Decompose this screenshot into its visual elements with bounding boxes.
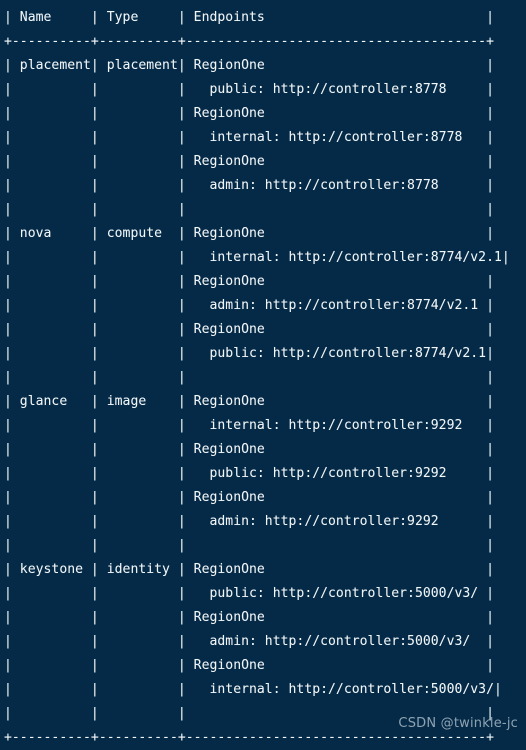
table-row: | | | RegionOne |: [4, 106, 494, 121]
table-row: | | | internal: http://controller:9292 |: [4, 418, 494, 433]
table-row: | | | RegionOne |: [4, 154, 494, 169]
table-row: | glance | image | RegionOne |: [4, 394, 494, 409]
table-row: | placement| placement| RegionOne |: [4, 58, 494, 73]
table-row: | | | public: http://controller:9292 |: [4, 466, 494, 481]
table-row: | | | |: [4, 202, 494, 217]
table-row: | | | RegionOne |: [4, 658, 494, 673]
table-row: | | | |: [4, 370, 494, 385]
table-row: | | | RegionOne |: [4, 490, 494, 505]
table-row: | Name | Type | Endpoints |: [4, 10, 494, 25]
table-row: | | | RegionOne |: [4, 442, 494, 457]
table-row: | | | admin: http://controller:8774/v2.1…: [4, 298, 494, 313]
table-row: | | | admin: http://controller:9292 |: [4, 514, 494, 529]
table-row: | | | public: http://controller:8774/v2.…: [4, 346, 494, 361]
table-row: | | | RegionOne |: [4, 610, 494, 625]
table-row: | | | RegionOne |: [4, 322, 494, 337]
table-row: | | | public: http://controller:8778 |: [4, 82, 494, 97]
table-row: | | | |: [4, 706, 494, 721]
table-separator-row: +----------+----------+-----------------…: [4, 34, 494, 49]
table-row: | | | internal: http://controller:5000/v…: [4, 682, 502, 697]
table-row: | | | |: [4, 538, 494, 553]
table-row: | | | internal: http://controller:8778 |: [4, 130, 494, 145]
terminal-window[interactable]: | Name | Type | Endpoints | +----------+-…: [0, 0, 526, 746]
table-separator-row: +----------+----------+-----------------…: [4, 730, 494, 745]
table-row: | | | RegionOne |: [4, 274, 494, 289]
table-row: | | | public: http://controller:5000/v3/…: [4, 586, 494, 601]
table-row: | | | admin: http://controller:8778 |: [4, 178, 494, 193]
table-row: | | | internal: http://controller:8774/v…: [4, 250, 510, 265]
table-row: | | | admin: http://controller:5000/v3/ …: [4, 634, 494, 649]
table-row: | keystone | identity | RegionOne |: [4, 562, 494, 577]
table-row: | nova | compute | RegionOne |: [4, 226, 494, 241]
terminal-output: | Name | Type | Endpoints | +----------+-…: [4, 6, 526, 750]
